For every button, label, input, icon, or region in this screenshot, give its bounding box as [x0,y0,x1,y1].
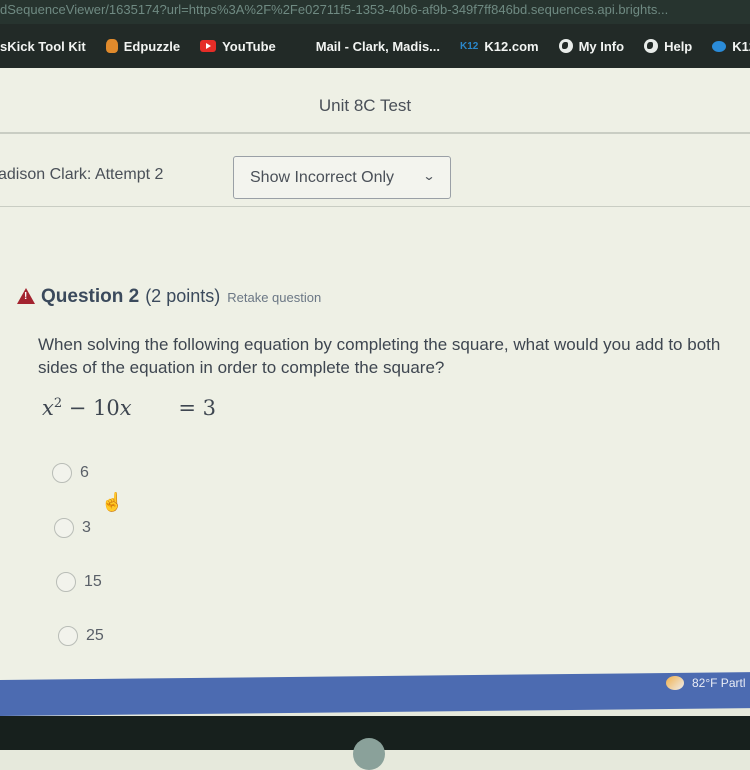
globe-icon [644,39,659,53]
question-text: When solving the following equation by c… [38,335,721,377]
warning-icon [17,288,35,304]
chat-icon [712,40,727,52]
option-label: 15 [84,573,102,590]
question-points: (2 points) [145,286,221,306]
question-title: Question 2 [41,286,140,307]
option-label: 3 [82,519,91,536]
chevron-down-icon: ⌄ [422,169,436,183]
page-content: Unit 8C Test adison Clark: Attempt 2 Sho… [0,68,750,680]
page-header: Unit 8C Test [0,68,750,134]
bookmark-my-info[interactable]: My Info [558,38,625,54]
answer-option[interactable]: 3 [54,518,91,538]
attempt-toolbar: adison Clark: Attempt 2 Show Incorrect O… [0,134,750,207]
bookmark-label: Mail - Clark, Madis... [315,38,441,54]
url-text: dSequenceViewer/1635174?url=https%3A%2F%… [0,2,669,17]
bookmarks-bar: sKick Tool Kit Edpuzzle YouTube Mail - C… [0,24,750,68]
bookmark-label: K12.com [484,38,539,54]
radio-button[interactable] [58,626,78,646]
filter-selected-value: Show Incorrect Only [250,169,395,186]
microsoft-icon [296,39,310,53]
question-header: Question 2 (2 points) Retake question [17,286,321,308]
equation-term: − 10 [62,396,120,420]
taskbar [0,672,750,716]
retake-question-link[interactable]: Retake question [227,290,321,305]
bookmark-label: My Info [578,38,625,54]
hand-pointer-icon: ☝ [101,492,124,512]
variable: x [119,396,132,420]
partly-cloudy-icon [666,676,684,690]
weather-text: 82°F Partl [692,676,746,690]
bookmark-toolkit[interactable]: sKick Tool Kit [0,39,86,54]
bookmark-k12-customer[interactable]: K12 Custon [712,39,750,54]
bookmark-label: Edpuzzle [123,38,181,54]
page-title: Unit 8C Test [318,96,412,115]
hp-logo-icon [353,738,385,770]
radio-button[interactable] [56,572,76,592]
bookmark-label: Help [664,38,693,54]
youtube-icon [200,40,217,52]
bookmark-edpuzzle[interactable]: Edpuzzle [105,38,181,54]
bookmark-k12[interactable]: K12 K12.com [460,39,539,54]
bookmark-help[interactable]: Help [644,39,692,54]
weather-widget[interactable]: 82°F Partl [666,676,745,690]
equation-rhs: = 3 [178,396,216,420]
variable: x [42,396,54,420]
bookmark-label: K12 Custon [732,38,750,54]
bookmark-mail[interactable]: Mail - Clark, Madis... [296,39,440,54]
exponent: 2 [53,396,63,411]
filter-dropdown[interactable]: Show Incorrect Only ⌄ [233,156,451,199]
bookmark-label: YouTube [222,38,276,54]
answer-option[interactable]: 15 [56,572,102,592]
bookmark-label: sKick Tool Kit [0,38,86,54]
radio-button[interactable] [52,463,72,483]
option-label: 6 [80,464,89,481]
attempt-label: adison Clark: Attempt 2 [0,166,164,183]
k12-icon: K12 [460,40,479,52]
edpuzzle-icon [105,39,118,53]
answer-option[interactable]: 6 [52,463,89,483]
address-bar[interactable]: dSequenceViewer/1635174?url=https%3A%2F%… [0,0,750,24]
equation: x2 − 10x = 3 [42,396,216,420]
radio-button[interactable] [54,518,74,538]
bookmark-youtube[interactable]: YouTube [200,39,276,54]
globe-icon [558,39,573,53]
equation-lhs: x2 − 10x [42,396,132,420]
option-label: 25 [86,627,104,644]
answer-option[interactable]: 25 [58,626,104,646]
